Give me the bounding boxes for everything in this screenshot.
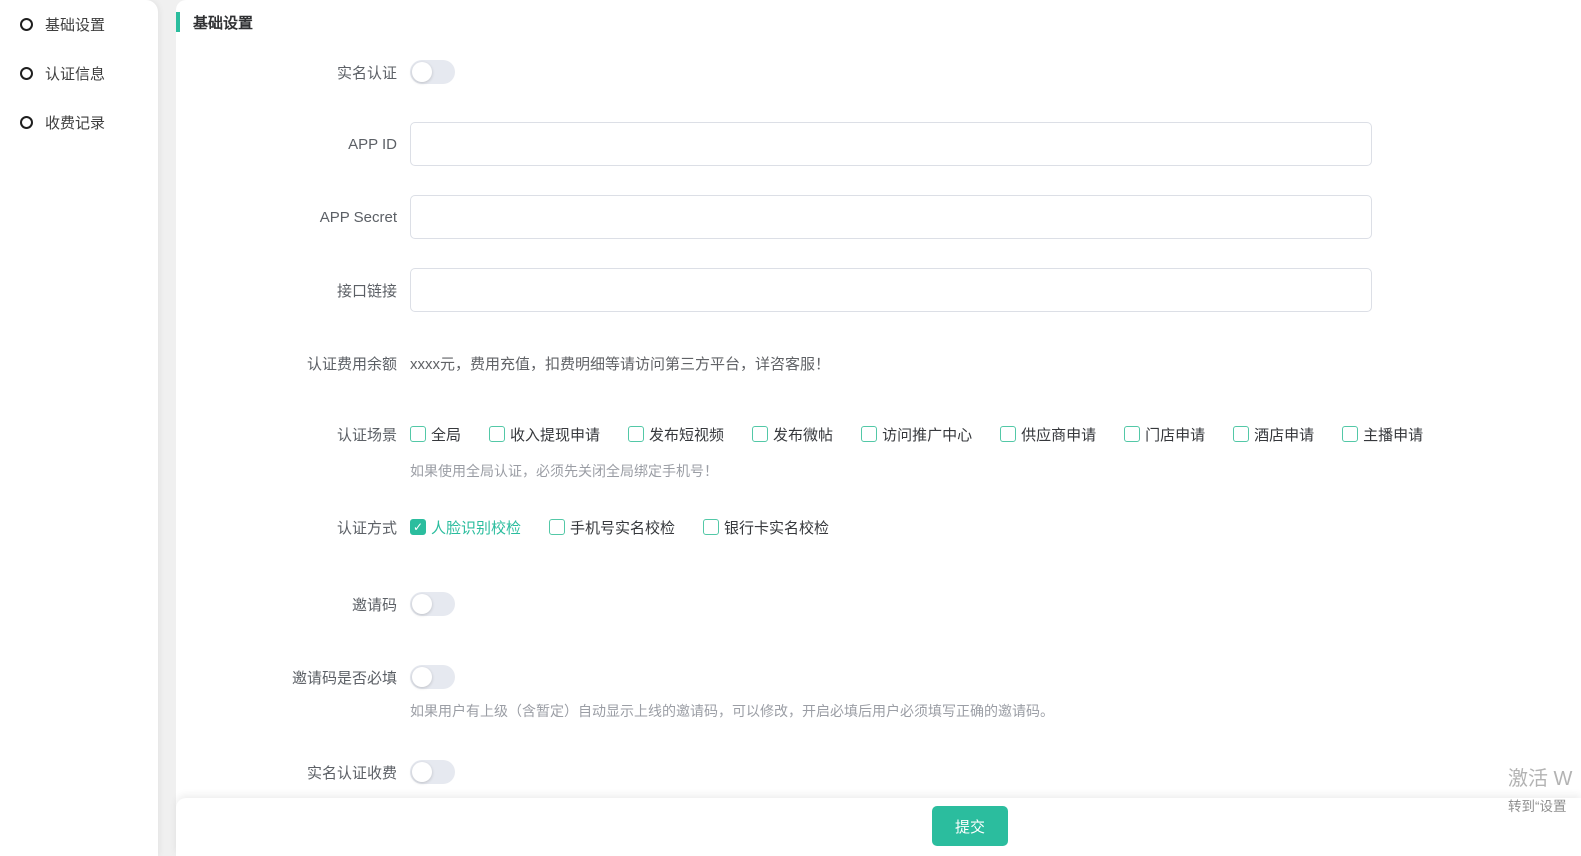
scene-checkbox-micro-post[interactable]: 发布微帖 <box>752 424 833 445</box>
checkbox-icon <box>1124 426 1140 442</box>
realname-fee-label: 实名认证收费 <box>176 762 397 783</box>
sidebar-item-label: 收费记录 <box>45 112 105 133</box>
api-url-label: 接口链接 <box>176 280 397 301</box>
app-secret-input[interactable] <box>410 195 1372 239</box>
api-url-input[interactable] <box>410 268 1372 312</box>
sidebar-item-basic-settings[interactable]: 基础设置 <box>20 14 158 34</box>
auth-method-row: 认证方式 人脸识别校检 手机号实名校检 银行卡实名校检 <box>176 517 1581 537</box>
checkbox-icon <box>628 426 644 442</box>
app-id-row: APP ID <box>176 122 1581 166</box>
invite-code-label: 邀请码 <box>176 594 397 615</box>
checkbox-icon <box>703 519 719 535</box>
app-secret-row: APP Secret <box>176 195 1581 239</box>
scene-checkbox-promo-center[interactable]: 访问推广中心 <box>861 424 972 445</box>
scene-checkbox-short-video[interactable]: 发布短视频 <box>628 424 724 445</box>
sidebar: 基础设置 认证信息 收费记录 <box>0 0 158 856</box>
page-title-text: 基础设置 <box>193 12 253 33</box>
scene-checkbox-hotel[interactable]: 酒店申请 <box>1233 424 1314 445</box>
sidebar-item-label: 认证信息 <box>45 63 105 84</box>
app-id-label: APP ID <box>176 136 397 153</box>
checkbox-icon <box>1233 426 1249 442</box>
checkbox-icon <box>861 426 877 442</box>
realname-fee-toggle[interactable] <box>410 760 455 784</box>
invite-code-toggle[interactable] <box>410 592 455 616</box>
method-checkbox-bankcard-realname[interactable]: 银行卡实名校检 <box>703 517 829 538</box>
balance-label: 认证费用余额 <box>176 353 397 374</box>
page-title: 基础设置 <box>176 0 1581 32</box>
auth-scene-row: 认证场景 全局 收入提现申请 发布短视频 发布微帖 访问推广中心 <box>176 424 1581 444</box>
submit-button[interactable]: 提交 <box>932 806 1008 846</box>
toggle-knob <box>412 62 432 82</box>
scene-checkbox-withdraw[interactable]: 收入提现申请 <box>489 424 600 445</box>
scene-checkbox-supplier[interactable]: 供应商申请 <box>1000 424 1096 445</box>
invite-required-helper: 如果用户有上级（含暂定）自动显示上线的邀请码，可以修改，开启必填后用户必须填写正… <box>410 703 1581 719</box>
checkbox-icon <box>752 426 768 442</box>
checkbox-icon <box>489 426 505 442</box>
radio-circle-icon <box>20 67 33 80</box>
method-checkbox-phone-realname[interactable]: 手机号实名校检 <box>549 517 675 538</box>
main-content: 基础设置 实名认证 APP ID APP Secret 接口链接 认证费用余额 <box>176 0 1581 856</box>
api-url-row: 接口链接 <box>176 268 1581 312</box>
app-id-input[interactable] <box>410 122 1372 166</box>
radio-circle-icon <box>20 18 33 31</box>
title-accent-bar <box>176 12 180 32</box>
auth-scene-label: 认证场景 <box>176 424 397 445</box>
auth-method-label: 认证方式 <box>176 517 397 538</box>
balance-value: xxxx元，费用充值，扣费明细等请访问第三方平台，详咨客服！ <box>410 353 830 374</box>
method-checkbox-face-recognition[interactable]: 人脸识别校检 <box>410 517 521 538</box>
realname-auth-row: 实名认证 <box>176 60 1581 84</box>
checkbox-icon <box>1000 426 1016 442</box>
checkbox-icon <box>410 426 426 442</box>
radio-circle-icon <box>20 116 33 129</box>
invite-required-row: 邀请码是否必填 <box>176 665 1581 689</box>
sidebar-item-auth-info[interactable]: 认证信息 <box>20 63 158 83</box>
checkbox-icon <box>549 519 565 535</box>
balance-row: 认证费用余额 xxxx元，费用充值，扣费明细等请访问第三方平台，详咨客服！ <box>176 355 1581 372</box>
auth-scene-helper: 如果使用全局认证，必须先关闭全局绑定手机号！ <box>410 463 1581 479</box>
scene-checkbox-anchor[interactable]: 主播申请 <box>1342 424 1423 445</box>
sidebar-item-label: 基础设置 <box>45 14 105 35</box>
realname-auth-label: 实名认证 <box>176 62 397 83</box>
footer-bar: 提交 <box>176 798 1581 856</box>
checkbox-icon <box>1342 426 1358 442</box>
sidebar-item-fee-records[interactable]: 收费记录 <box>20 112 158 132</box>
scene-checkbox-store[interactable]: 门店申请 <box>1124 424 1205 445</box>
invite-required-toggle[interactable] <box>410 665 455 689</box>
toggle-knob <box>412 594 432 614</box>
app-secret-label: APP Secret <box>176 209 397 226</box>
realname-auth-toggle[interactable] <box>410 60 455 84</box>
realname-fee-row: 实名认证收费 <box>176 760 1581 784</box>
toggle-knob <box>412 762 432 782</box>
scene-checkbox-global[interactable]: 全局 <box>410 424 461 445</box>
toggle-knob <box>412 667 432 687</box>
invite-code-row: 邀请码 <box>176 592 1581 616</box>
invite-required-label: 邀请码是否必填 <box>176 667 397 688</box>
checkbox-checked-icon <box>410 519 426 535</box>
